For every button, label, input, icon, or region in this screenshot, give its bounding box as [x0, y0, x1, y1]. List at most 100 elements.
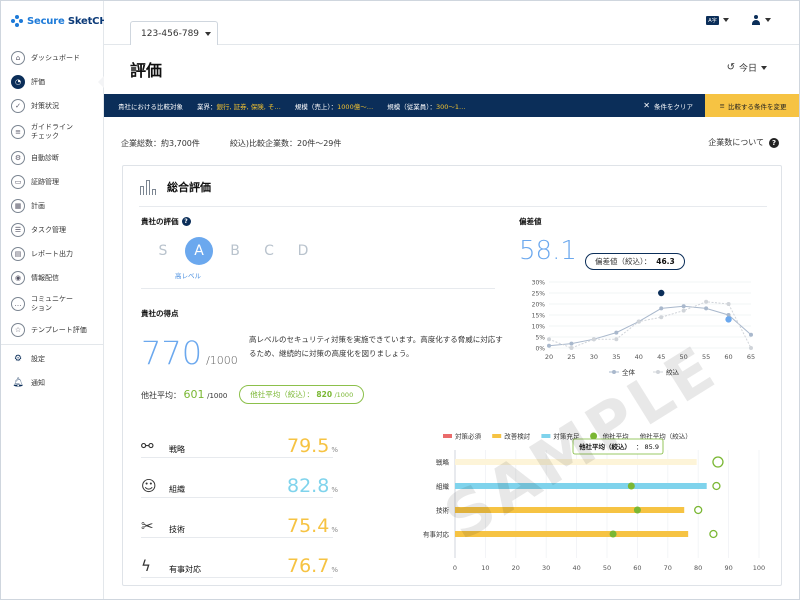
sidebar-item-settings[interactable]: ⚙ 設定: [1, 347, 104, 371]
top-bar-icons: A字: [706, 15, 771, 25]
x-tick-label: 45: [657, 353, 665, 361]
sidebar-item-plan[interactable]: ▦ 計画: [1, 194, 104, 218]
grade-label: 貴社の評価?: [141, 216, 191, 227]
y-tick-label: 5%: [535, 335, 545, 342]
company-score: 770/1000: [141, 334, 238, 372]
legend-label: 対策必須: [455, 432, 482, 441]
series-point: [726, 302, 731, 306]
change-filter-button[interactable]: ≡ 比較する条件を変更: [705, 94, 799, 117]
tooltip-value: ： 85.9: [636, 443, 659, 451]
industry-value: 銀行, 証券, 保険, そ…: [216, 102, 281, 111]
calendar-icon: ▦: [11, 199, 25, 213]
pie-icon: ◔: [11, 75, 25, 89]
y-tick-label: 0%: [535, 346, 545, 353]
category-strategy: ⚯ 戦略 79.5%: [141, 418, 338, 458]
x-tick-label: 60: [633, 564, 641, 572]
card-header: 総合評価: [139, 179, 211, 195]
x-tick-label: 70: [664, 564, 672, 572]
grade-scale: S A B C D: [151, 237, 315, 265]
app-frame: Secure SketCH ⌂ ダッシュボード ◔ 評価 ✓ 対策状況 ≡ ガイドライン…: [0, 0, 800, 600]
y-tick-label: 15%: [532, 313, 546, 320]
sidebar-item-evidence[interactable]: ▭ 証跡管理: [1, 170, 104, 194]
series-point: [659, 306, 664, 311]
company-id-tab[interactable]: 123-456-789: [130, 21, 218, 45]
date-selector[interactable]: ↺ 今日: [727, 61, 767, 74]
score-description: 高レベルのセキュリティ対策を実施できています。高度化する脅威に対応するため、継続…: [249, 335, 503, 358]
category-scores: ⚯ 戦略 79.5% ☺ 組織 82.8% ✂ 技術 75.4% ϟ 有事対応 76.7%: [141, 418, 338, 578]
x-tick-label: 55: [702, 353, 710, 361]
grade-a-selected: A: [185, 237, 213, 265]
sitemap-icon: ⚯: [141, 437, 154, 455]
language-menu[interactable]: A字: [706, 15, 729, 25]
avg-narrow-pill: 他社平均（絞込）： 820 /1000: [239, 385, 365, 404]
sidebar-item-broadcast[interactable]: ◉ 情報配信: [1, 266, 104, 290]
home-icon: ⌂: [11, 51, 25, 65]
logo-icon: [11, 15, 23, 27]
series-point: [704, 299, 709, 304]
narrowed-companies: 絞込)比較企業数：20件〜29件: [229, 139, 342, 148]
sidebar-item-tasks[interactable]: ☰ タスク管理: [1, 218, 104, 242]
sidebar-item-guideline[interactable]: ≡ ガイドライン チェック: [1, 118, 104, 146]
highlight-point: [658, 289, 665, 297]
sidebar-item-template[interactable]: ☆ テンプレート評価: [1, 318, 104, 342]
sidebar-item-auto-diagnosis[interactable]: ⚙ 自動診断: [1, 146, 104, 170]
clear-filter-button[interactable]: ✕ 条件をクリア: [643, 94, 693, 117]
average-row: 他社平均： 601 /1000 他社平均（絞込）： 820 /1000: [141, 385, 365, 404]
series-point: [569, 346, 574, 350]
highlight-point: [725, 316, 732, 323]
legend-marker: [443, 434, 452, 438]
staff-label: 規模（従業員）：: [387, 102, 436, 111]
logo[interactable]: Secure SketCH: [11, 13, 108, 29]
card-title: 総合評価: [167, 181, 211, 194]
legend-marker: [492, 434, 502, 438]
page-title: 評価: [130, 61, 163, 80]
chat-icon: …: [11, 297, 25, 311]
card-divider: [139, 206, 767, 207]
category-label: 有事対応: [423, 530, 450, 539]
bell-icon: 🔔︎: [12, 378, 24, 388]
category-comparison-chart: 対策必須 改善検討 対策充足 他社平均 他社平均（絞込）0 10 20 30 40 50 60 70 8…: [423, 432, 765, 573]
x-tick-label: 50: [603, 564, 611, 572]
sidebar-item-report[interactable]: ▤ レポート出力: [1, 242, 104, 266]
x-tick-label: 25: [567, 353, 575, 361]
series-point: [591, 337, 596, 342]
sidebar-item-measures[interactable]: ✓ 対策状況: [1, 94, 104, 118]
series-point: [614, 330, 619, 335]
sidebar-item-communication[interactable]: … コミュニケー ション: [1, 290, 104, 318]
category-value: 79.5%: [287, 435, 338, 457]
list-check-icon: ≡: [11, 125, 25, 139]
x-tick-label: 40: [572, 564, 580, 572]
legend-marker: [590, 432, 598, 440]
others-average-narrow-marker: [712, 456, 724, 468]
y-tick-label: 10%: [532, 324, 546, 331]
chevron-down-icon: [765, 18, 771, 22]
legend-marker: [612, 370, 616, 374]
grade-c: C: [264, 243, 274, 259]
sidebar-item-evaluation[interactable]: ◔ 評価: [1, 70, 104, 94]
close-icon: ✕: [643, 101, 650, 110]
category-value: 82.8%: [287, 475, 338, 497]
sidebar-item-notice[interactable]: 🔔︎ 通知: [1, 371, 104, 395]
sidebar: Secure SketCH ⌂ ダッシュボード ◔ 評価 ✓ 対策状況 ≡ ガイドライン…: [1, 1, 108, 599]
gear-icon: ⚙: [11, 151, 25, 165]
user-menu[interactable]: [751, 15, 771, 25]
series-point: [704, 306, 709, 311]
staff-value: 300〜1…: [435, 102, 466, 111]
chevron-down-icon: [723, 18, 729, 22]
others-average-narrow-marker: [694, 505, 703, 515]
x-tick-label: 20: [545, 353, 553, 361]
sidebar-item-dashboard[interactable]: ⌂ ダッシュボード: [1, 46, 104, 70]
sales-label: 規模（売上）：: [294, 102, 338, 111]
about-company-count-link[interactable]: 企業数について?: [708, 137, 779, 148]
category-technology: ✂ 技術 75.4%: [141, 498, 338, 538]
series-point: [749, 332, 753, 337]
help-icon[interactable]: ?: [181, 217, 191, 226]
series-point: [636, 319, 641, 324]
series-point: [614, 337, 619, 342]
legend-label: 絞込: [666, 368, 680, 377]
user-icon: [751, 15, 761, 25]
grade-d: D: [297, 243, 309, 259]
template-icon: ☆: [11, 323, 25, 337]
x-tick-label: 100: [753, 564, 765, 572]
top-bar: 123-456-789 A字: [104, 1, 799, 45]
